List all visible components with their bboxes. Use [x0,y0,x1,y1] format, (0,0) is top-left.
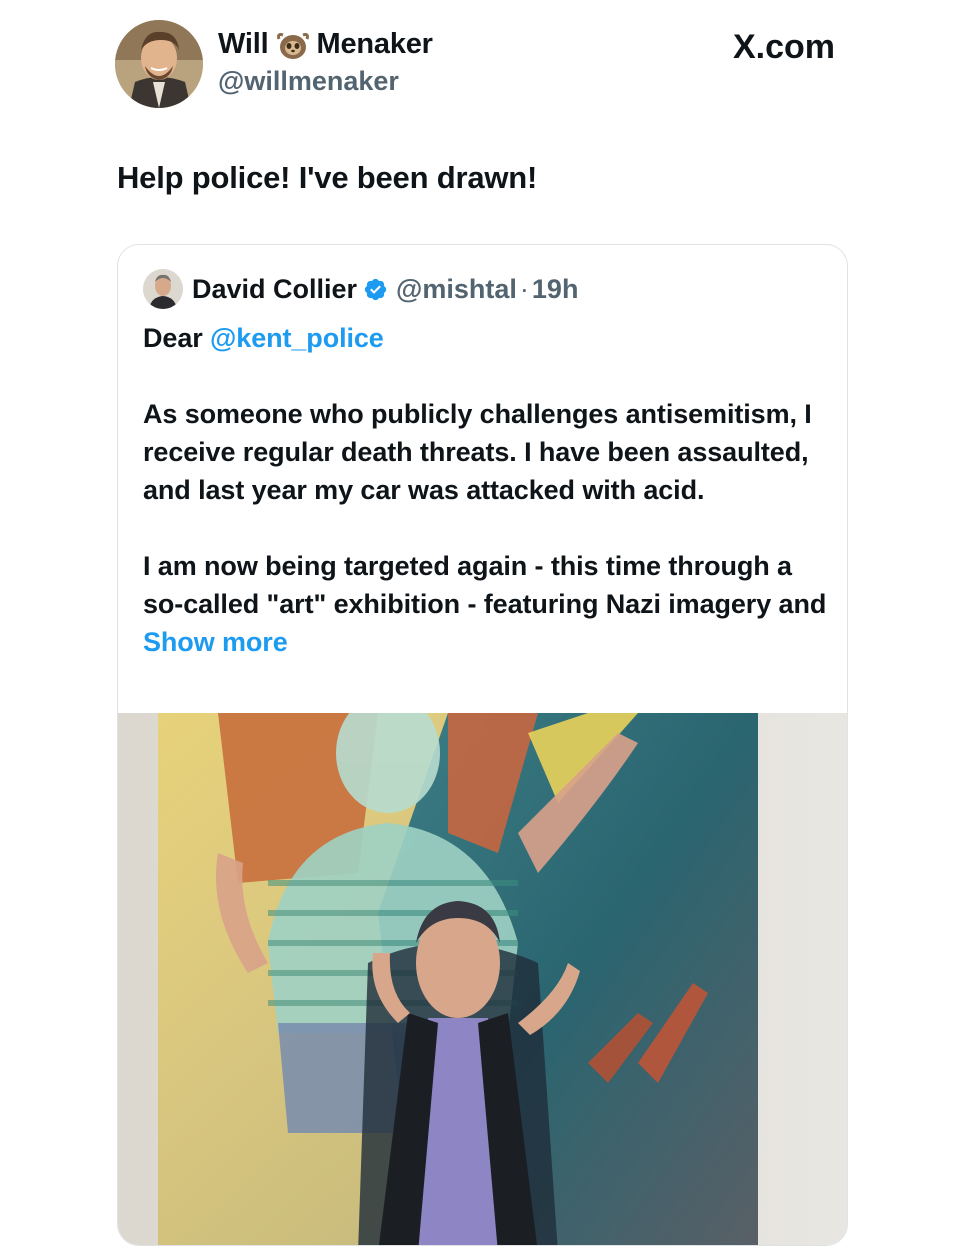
greeting-line: Dear @kent_police [143,319,833,357]
tweet-text: Help police! I've been drawn! [117,160,538,195]
show-more-link[interactable]: Show more [143,627,288,657]
x-logo-text: X.com [732,28,835,66]
tweet-media-image[interactable] [118,693,847,1245]
quoted-author-avatar[interactable] [143,269,183,309]
author-last-name: Menaker [316,28,433,60]
mention-link[interactable]: @kent_police [210,323,384,353]
quoted-tweet-header: David Collier @mishtal · 19h [143,269,578,309]
author-avatar[interactable] [115,20,203,108]
tweet-header: Will Menaker @willmenaker X.com [115,18,835,110]
quoted-author-name[interactable]: David Collier [192,274,357,305]
sloth-icon [275,29,311,61]
quoted-author-handle[interactable]: @mishtal [396,274,517,305]
x-watermark: X.com [733,28,835,67]
paragraph-2-text: I am now being targeted again - this tim… [143,551,827,619]
author-name[interactable]: Will Menaker [218,28,433,61]
paragraph-2: I am now being targeted again - this tim… [143,547,833,661]
author-handle[interactable]: @willmenaker [218,66,399,97]
quoted-tweet-time[interactable]: 19h [532,274,579,305]
greeting-text: Dear [143,323,203,353]
separator-dot: · [519,273,529,304]
quoted-tweet-card[interactable]: David Collier @mishtal · 19h Dear @kent_… [117,244,848,1246]
author-first-name: Will [218,28,269,60]
paragraph-1: As someone who publicly challenges antis… [143,399,812,505]
quoted-tweet-body: Dear @kent_police As someone who publicl… [143,319,833,661]
verified-badge-icon [364,278,387,300]
